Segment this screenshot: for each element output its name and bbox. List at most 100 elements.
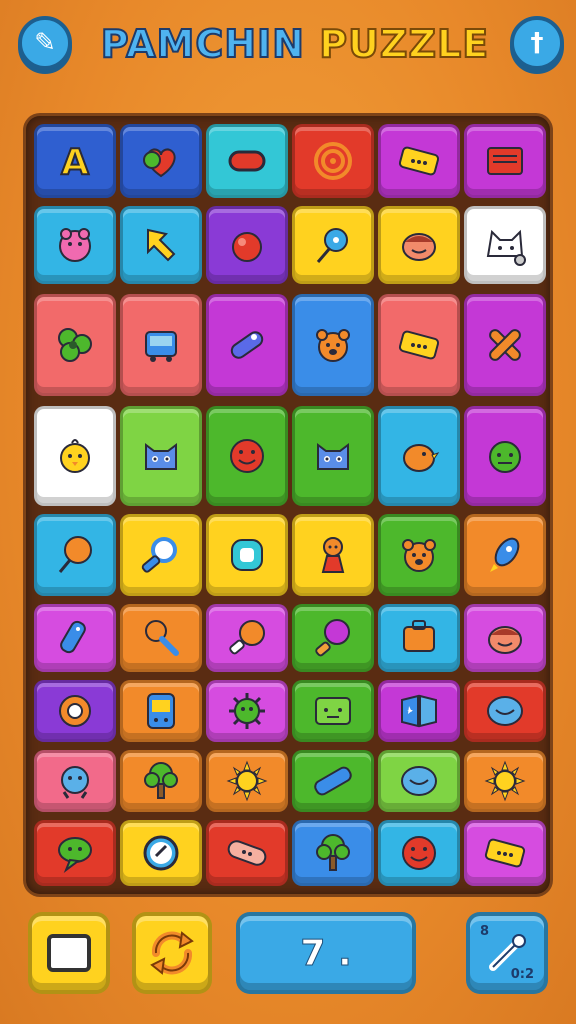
board-tile[interactable] xyxy=(206,820,288,886)
title-part-2: PUZZLE xyxy=(318,21,490,67)
board-tile[interactable] xyxy=(292,680,374,742)
board-tile[interactable] xyxy=(206,604,288,672)
board-tile[interactable] xyxy=(464,604,546,672)
svg-text:A: A xyxy=(61,142,89,183)
hearts-icon xyxy=(138,138,184,184)
square-button[interactable] xyxy=(28,912,110,994)
board-tile[interactable] xyxy=(292,604,374,672)
board-tile[interactable] xyxy=(34,680,116,742)
board-tile[interactable] xyxy=(464,820,546,886)
board-tile[interactable] xyxy=(464,750,546,812)
board-tile[interactable] xyxy=(206,514,288,596)
hint-button[interactable]: 8 0:2 xyxy=(466,912,548,994)
arrow-icon xyxy=(138,222,184,268)
settings-button[interactable]: ✎ xyxy=(18,16,72,70)
ticket-icon xyxy=(396,138,442,184)
board-tile[interactable] xyxy=(206,406,288,506)
shuffle-button[interactable] xyxy=(132,912,212,994)
ticket-icon xyxy=(396,322,442,368)
board-tile[interactable] xyxy=(464,206,546,284)
board-tile[interactable] xyxy=(120,124,202,198)
board-tile[interactable] xyxy=(292,820,374,886)
board-tile[interactable] xyxy=(34,514,116,596)
board-tile[interactable] xyxy=(292,406,374,506)
title-part-1: PAMCHIN xyxy=(100,21,305,67)
sun-icon xyxy=(224,758,270,804)
monster-icon xyxy=(482,433,528,479)
board-tile[interactable] xyxy=(120,680,202,742)
smile-icon xyxy=(396,830,442,876)
germ-icon xyxy=(224,688,270,734)
board-tile[interactable] xyxy=(206,750,288,812)
board-tile[interactable] xyxy=(34,206,116,284)
board-tile[interactable] xyxy=(464,406,546,506)
board-tile[interactable]: A xyxy=(34,124,116,198)
board-tile[interactable] xyxy=(378,124,460,198)
tree-icon xyxy=(310,830,356,876)
bear-icon xyxy=(310,322,356,368)
hint-bottom-label: 0:2 xyxy=(510,967,534,982)
board-tile[interactable] xyxy=(378,604,460,672)
board-tile[interactable] xyxy=(464,294,546,396)
board-tile[interactable] xyxy=(34,294,116,396)
clock-icon xyxy=(138,830,184,876)
game-title: PAMCHIN PUZZLE xyxy=(90,21,500,67)
smile-icon xyxy=(224,433,270,479)
board-tile[interactable] xyxy=(378,294,460,396)
board-tile[interactable] xyxy=(120,206,202,284)
box-icon xyxy=(396,615,442,661)
menu-button[interactable]: † xyxy=(510,16,564,70)
board-tile[interactable] xyxy=(120,750,202,812)
board-tile[interactable] xyxy=(206,124,288,198)
tag-icon xyxy=(52,615,98,661)
board-tile[interactable] xyxy=(378,820,460,886)
board-tile[interactable] xyxy=(378,206,460,284)
ticket-icon xyxy=(482,830,528,876)
board-tile[interactable] xyxy=(292,294,374,396)
board-tile[interactable] xyxy=(120,514,202,596)
board-tile[interactable] xyxy=(378,514,460,596)
board-tile[interactable] xyxy=(378,406,460,506)
board-tile[interactable] xyxy=(292,750,374,812)
robot-icon xyxy=(138,322,184,368)
board-tile[interactable] xyxy=(120,604,202,672)
target-icon xyxy=(310,138,356,184)
tree-icon xyxy=(138,758,184,804)
board-tile[interactable] xyxy=(206,680,288,742)
board-tile[interactable] xyxy=(464,680,546,742)
board-tile[interactable] xyxy=(206,206,288,284)
board-tile[interactable] xyxy=(378,750,460,812)
board-tile[interactable] xyxy=(120,406,202,506)
board-tile[interactable] xyxy=(464,124,546,198)
board-tile[interactable] xyxy=(292,206,374,284)
board-tile[interactable] xyxy=(34,820,116,886)
score-display: 7 . xyxy=(236,912,416,994)
bandage-icon xyxy=(224,830,270,876)
phone-icon xyxy=(138,688,184,734)
square-icon xyxy=(47,934,91,972)
board-tile[interactable] xyxy=(120,820,202,886)
shuffle-icon xyxy=(150,931,194,975)
board-tile[interactable] xyxy=(34,750,116,812)
board-tile[interactable] xyxy=(378,680,460,742)
candy-icon xyxy=(310,615,356,661)
blob-icon xyxy=(396,758,442,804)
bird-icon xyxy=(396,433,442,479)
board-tile[interactable] xyxy=(292,124,374,198)
doll-icon xyxy=(310,532,356,578)
board-tile[interactable] xyxy=(34,604,116,672)
creature-icon xyxy=(52,758,98,804)
board-tile[interactable] xyxy=(206,294,288,396)
card-icon xyxy=(482,138,528,184)
magnifier-icon xyxy=(138,532,184,578)
board-tile[interactable] xyxy=(34,406,116,506)
cross-icon xyxy=(482,322,528,368)
bubble-icon xyxy=(224,532,270,578)
sun-icon xyxy=(482,758,528,804)
pill-icon xyxy=(224,322,270,368)
board-tile[interactable] xyxy=(292,514,374,596)
face-icon xyxy=(482,615,528,661)
board-tile[interactable] xyxy=(120,294,202,396)
flower-icon xyxy=(52,688,98,734)
board-tile[interactable] xyxy=(464,514,546,596)
